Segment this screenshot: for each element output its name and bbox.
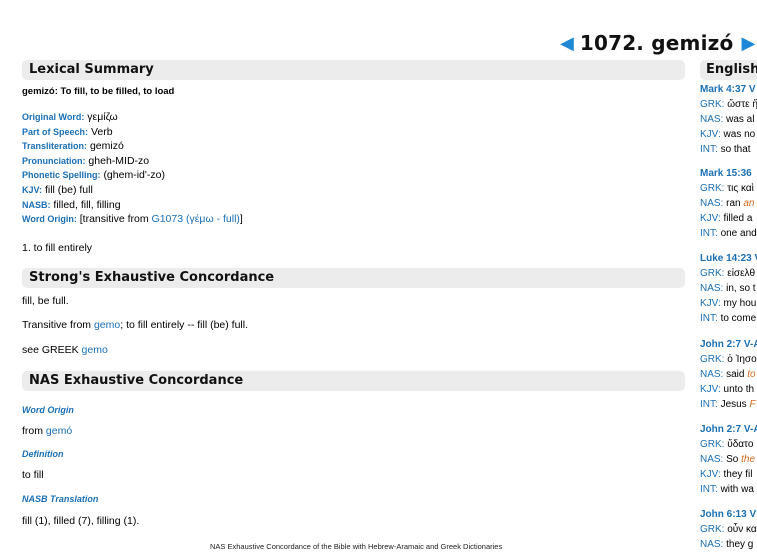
concordance-entry: Mark 4:37 V GRK: ὥστε ἤ NAS: was al KJV:… [700, 84, 757, 155]
verse-ref-link[interactable]: John 2:7 V-A [700, 424, 757, 439]
next-word-arrow-icon[interactable]: ▶ [741, 34, 755, 52]
origin-link[interactable]: G1073 (γέμω - full) [152, 213, 240, 225]
concordance-entry: John 6:13 V GRK: οὖν κα NAS: they g [700, 509, 757, 550]
strongs-line-2: Transitive from gemo; to fill entirely -… [22, 318, 249, 331]
nas-definition: to fill [22, 468, 44, 481]
nas-heading: NAS Exhaustive Concordance [22, 370, 685, 391]
gemo-accent-link[interactable]: gemó [46, 425, 72, 437]
word-navigation: ◀ 1072. gemizó ▶ [560, 30, 755, 56]
strongs-heading: Strong's Exhaustive Concordance [22, 267, 685, 288]
strongs-line-1: fill, be full. [22, 294, 69, 307]
concordance-entry: Mark 15:36 GRK: τις καὶ NAS: ran an KJV:… [700, 168, 757, 239]
lexical-summary-heading: Lexical Summary [22, 60, 685, 80]
gemo-link-2[interactable]: gemo [82, 344, 108, 356]
field-word-origin: Word Origin: [transitive from G1073 (γέμ… [22, 213, 243, 226]
field-original-word: Original Word: γεμίζω [22, 111, 118, 123]
field-phonetic-spelling: Phonetic Spelling: (ghem-id'-zo) [22, 169, 165, 182]
field-transliteration: Transliteration: gemizó [22, 140, 124, 153]
field-kjv: KJV: fill (be) full [22, 183, 93, 196]
concordance-entry: Luke 14:23 V GRK: εἰσελθ NAS: in, so t K… [700, 253, 757, 328]
concordance-entry: John 2:7 V-A GRK: ὁ Ἰησο NAS: said to KJ… [700, 339, 757, 414]
verse-ref-link[interactable]: John 2:7 V-A [700, 339, 757, 354]
definition-text: 1. to fill entirely [22, 241, 93, 254]
concordance-entry: John 2:7 V-A GRK: ὕδατο NAS: So the KJV:… [700, 424, 757, 499]
left-column: Lexical Summary gemizó: To fill, to be f… [22, 60, 685, 527]
nas-definition-label: Definition [22, 448, 64, 459]
field-pronunciation: Pronunciation: gheh-MID-zo [22, 154, 150, 167]
previous-word-arrow-icon[interactable]: ◀ [560, 34, 574, 52]
footer-citation: NAS Exhaustive Concordance of the Bible … [210, 542, 503, 551]
verse-ref-link[interactable]: Luke 14:23 V [700, 253, 757, 268]
gemo-link[interactable]: gemo [94, 319, 120, 331]
field-nasb: NASB: filled, fill, filling [22, 198, 121, 211]
lexical-fields: Original Word: γεμίζω Part of Speech: Ve… [22, 110, 685, 227]
nas-from: from gemó [22, 424, 73, 437]
page-title: 1072. gemizó [579, 31, 734, 55]
lexical-summary-line: gemizó: To fill, to be filled, to load [22, 86, 175, 97]
verse-ref-link[interactable]: John 6:13 V [700, 509, 757, 524]
englishmans-concordance-column: Englishman's Concordance Mark 4:37 V GRK… [700, 60, 757, 555]
verse-ref-link[interactable]: Mark 15:36 [700, 168, 757, 183]
englishmans-heading: Englishman's Concordance [700, 60, 757, 80]
nas-word-origin-label: Word Origin [22, 404, 74, 415]
strongs-line-3: see GREEK gemo [22, 343, 108, 356]
nas-translation: fill (1), filled (7), filling (1). [22, 514, 140, 527]
field-part-of-speech: Part of Speech: Verb [22, 125, 113, 138]
verse-ref-link[interactable]: Mark 4:37 V [700, 84, 757, 99]
nas-translation-label: NASB Translation [22, 493, 99, 504]
